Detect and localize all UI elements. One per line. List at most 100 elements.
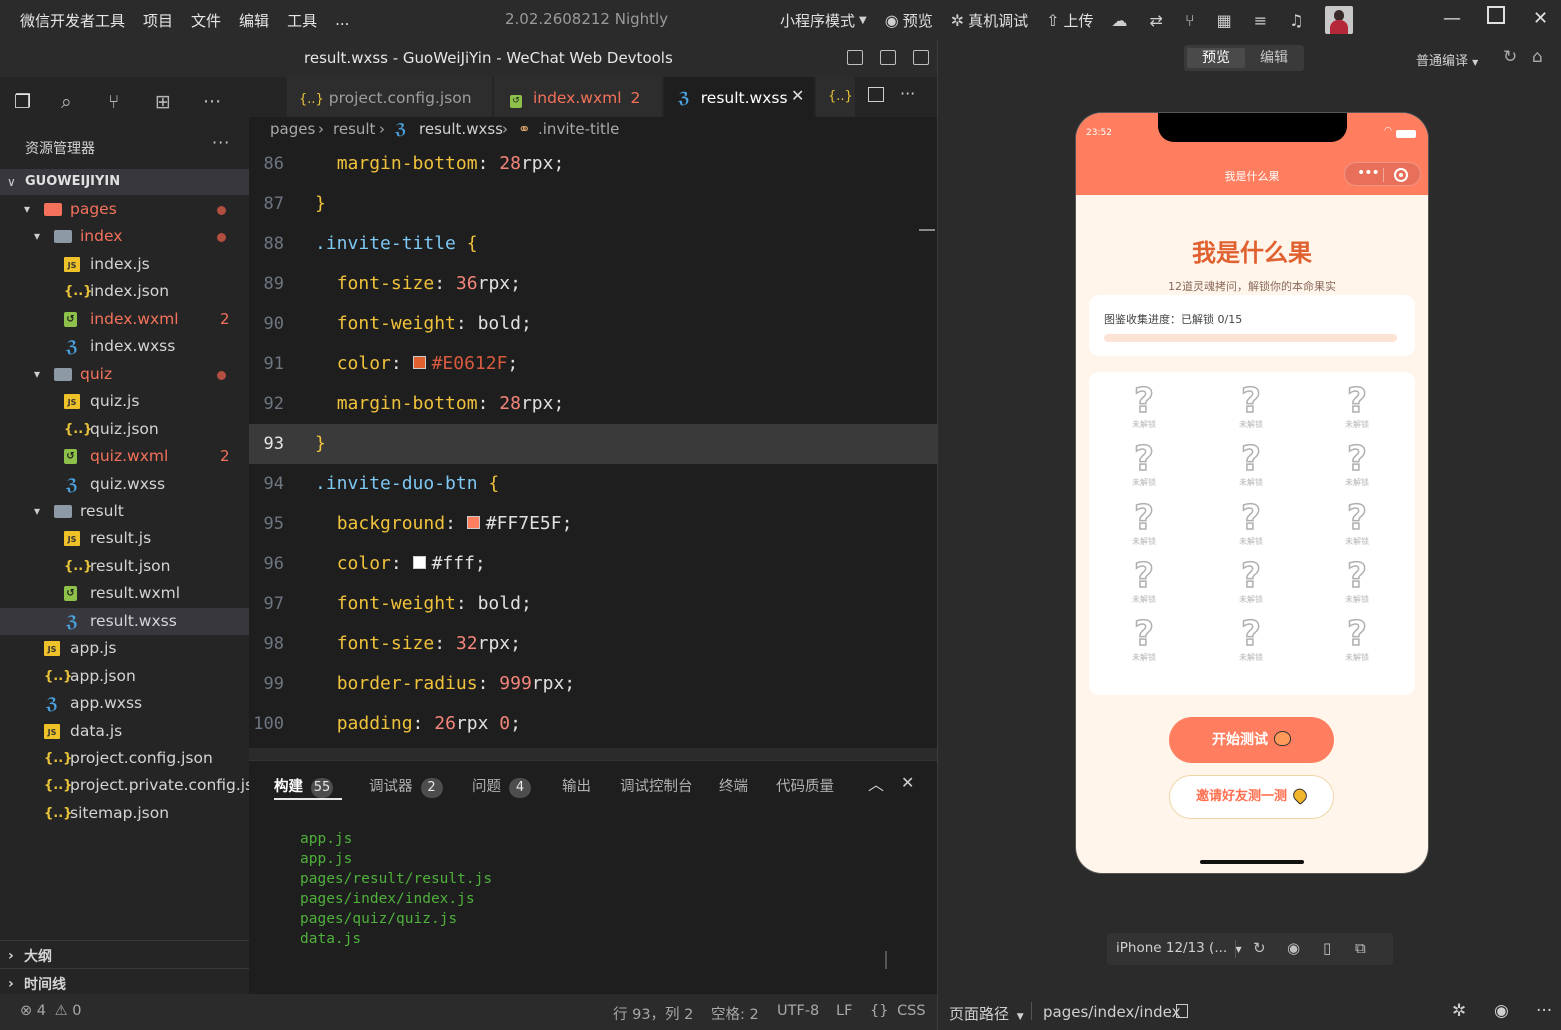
- tab-result-wxss[interactable]: ℨ result.wxss ✕: [664, 77, 815, 117]
- tree-item[interactable]: {..} index.json: [0, 278, 249, 306]
- avatar[interactable]: [1325, 6, 1354, 34]
- tree-item[interactable]: {..} result.json: [0, 553, 249, 581]
- copy-icon[interactable]: [1176, 1004, 1188, 1018]
- locked-fruit-cell[interactable]: ? 未解锁: [1221, 558, 1281, 605]
- problems-indicator[interactable]: ⊗ 4 ⚠ 0: [20, 1003, 81, 1019]
- tree-item[interactable]: ℨquiz.wxss: [0, 471, 249, 499]
- close-panel-icon[interactable]: ✕: [901, 773, 914, 792]
- start-test-button[interactable]: 开始测试: [1169, 717, 1334, 763]
- tree-item[interactable]: {..} project.config.json: [0, 745, 249, 773]
- locked-fruit-cell[interactable]: ? 未解锁: [1114, 500, 1174, 547]
- code-line[interactable]: 87}: [249, 184, 937, 224]
- split-editor-icon[interactable]: [868, 87, 884, 102]
- tree-item[interactable]: ▾ pages: [0, 196, 249, 224]
- tree-item[interactable]: JS index.js: [0, 251, 249, 279]
- toggle-simulator-icon[interactable]: [913, 50, 929, 65]
- more-icon[interactable]: ···: [1536, 1001, 1552, 1021]
- tree-item[interactable]: ▾ index: [0, 223, 249, 251]
- code-line[interactable]: 90 font-weight: bold;: [249, 304, 937, 344]
- language-mode[interactable]: {} CSS: [870, 1003, 926, 1019]
- tab-overflow[interactable]: {..}: [816, 77, 856, 117]
- breadcrumb-item[interactable]: .invite-title: [538, 120, 619, 138]
- rotate-icon[interactable]: ↻: [1253, 939, 1266, 957]
- cursor-position[interactable]: 行 93，列 2: [613, 1003, 693, 1024]
- locked-fruit-cell[interactable]: ? 未解锁: [1114, 383, 1174, 430]
- bell-icon[interactable]: ♫: [1289, 11, 1303, 30]
- tree-item[interactable]: {..} project.private.config.js...: [0, 772, 268, 800]
- outline-section[interactable]: › 大纲: [0, 940, 249, 968]
- real-device-debug-button[interactable]: ✲ 真机调试: [951, 10, 1028, 31]
- maximize-icon[interactable]: [1487, 6, 1505, 24]
- window-mode-icon[interactable]: ⧉: [1355, 939, 1366, 957]
- locked-fruit-cell[interactable]: ? 未解锁: [1114, 616, 1174, 663]
- panel-tab[interactable]: 终端: [719, 775, 748, 796]
- tree-item[interactable]: JS data.js: [0, 718, 249, 746]
- menu-file[interactable]: 文件: [191, 10, 221, 31]
- preview-button[interactable]: ◉ 预览: [885, 10, 933, 31]
- locked-fruit-cell[interactable]: ? 未解锁: [1114, 442, 1174, 488]
- locked-fruit-cell[interactable]: ? 未解锁: [1327, 616, 1387, 663]
- chevron-down-icon[interactable]: ▾: [34, 229, 40, 243]
- tab-project-config[interactable]: {..} project.config.json: [287, 77, 493, 117]
- locked-fruit-cell[interactable]: ? 未解锁: [1114, 558, 1174, 605]
- menu-tools[interactable]: 工具: [287, 10, 317, 31]
- menu-icon[interactable]: ≡: [1254, 11, 1267, 30]
- code-line[interactable]: 92 margin-bottom: 28rpx;: [249, 384, 937, 424]
- tab-edit[interactable]: 编辑: [1245, 48, 1303, 68]
- code-line[interactable]: 99 border-radius: 999rpx;: [249, 664, 937, 704]
- search-icon[interactable]: ⌕: [61, 91, 72, 113]
- locked-fruit-cell[interactable]: ? 未解锁: [1221, 383, 1281, 430]
- upload-button[interactable]: ⇧ 上传: [1046, 10, 1093, 31]
- code-line[interactable]: 91 color: #E0612F;: [249, 344, 937, 384]
- panel-tab[interactable]: 调试器 2: [369, 775, 443, 798]
- close-icon[interactable]: ✕: [1533, 8, 1548, 29]
- chevron-up-icon[interactable]: ︿: [868, 771, 884, 795]
- tree-item[interactable]: ▾ quiz: [0, 361, 249, 389]
- capsule-more-icon[interactable]: •••: [1357, 165, 1380, 181]
- clear-cache-icon[interactable]: ⌂: [1532, 47, 1543, 67]
- tree-item[interactable]: ↺ result.wxml: [0, 580, 249, 608]
- branch-icon[interactable]: ⑂: [1185, 11, 1195, 30]
- color-swatch[interactable]: [412, 355, 426, 369]
- chevron-down-icon[interactable]: ▾: [34, 504, 40, 518]
- toggle-sidebar-icon[interactable]: [847, 50, 863, 65]
- code-line[interactable]: 89 font-size: 36rpx;: [249, 264, 937, 304]
- device-select[interactable]: iPhone 12/13 (... ▼: [1116, 940, 1242, 956]
- switch-icon[interactable]: ⇄: [1150, 11, 1163, 30]
- line-ending[interactable]: LF: [836, 1003, 852, 1019]
- breadcrumb-item[interactable]: result.wxss: [419, 120, 503, 138]
- code-editor[interactable]: 86 margin-bottom: 28rpx; 87} 88 .invite-tit…: [249, 143, 937, 748]
- more-actions-icon[interactable]: ···: [900, 84, 915, 103]
- menu-project[interactable]: 项目: [143, 10, 173, 31]
- menu-edit[interactable]: 编辑: [239, 10, 269, 31]
- code-line[interactable]: 93}: [249, 424, 937, 464]
- source-control-icon[interactable]: ⑂: [108, 91, 119, 113]
- extensions-icon[interactable]: ⊞: [155, 91, 171, 113]
- tree-root[interactable]: ∨ GUOWEIJIYIN: [0, 169, 249, 195]
- record-icon[interactable]: ◉: [1287, 939, 1300, 957]
- tree-item[interactable]: {..} quiz.json: [0, 416, 249, 444]
- tree-item[interactable]: JS app.js: [0, 635, 249, 663]
- page-path-dropdown[interactable]: 页面路径 ▼: [949, 1003, 1024, 1024]
- code-line[interactable]: 96 color: #fff;: [249, 544, 937, 584]
- refresh-icon[interactable]: ↻: [1503, 47, 1517, 67]
- tree-item[interactable]: ▾ result: [0, 498, 249, 526]
- eye-icon[interactable]: ◉: [1494, 1001, 1509, 1021]
- locked-fruit-cell[interactable]: ? 未解锁: [1221, 500, 1281, 547]
- timeline-section[interactable]: › 时间线: [0, 968, 249, 996]
- code-line[interactable]: 88 .invite-title {: [249, 224, 937, 264]
- tree-item[interactable]: ℨindex.wxss: [0, 333, 249, 361]
- code-line[interactable]: 100 padding: 26rpx 0;: [249, 704, 937, 744]
- tab-preview[interactable]: 预览: [1187, 48, 1245, 68]
- files-icon[interactable]: ❐: [14, 91, 31, 113]
- compile-mode-dropdown[interactable]: 普通编译 ▼: [1416, 50, 1478, 69]
- code-line[interactable]: 86 margin-bottom: 28rpx;: [249, 144, 937, 184]
- tree-item[interactable]: ℨresult.wxss: [0, 607, 249, 636]
- color-swatch[interactable]: [412, 555, 426, 569]
- invite-friend-button[interactable]: 邀请好友测一测: [1169, 775, 1334, 819]
- chevron-down-icon[interactable]: ▾: [34, 367, 40, 381]
- tree-item[interactable]: ℨapp.wxss: [0, 690, 249, 718]
- locked-fruit-cell[interactable]: ? 未解锁: [1327, 383, 1387, 430]
- code-line[interactable]: 94 .invite-duo-btn {: [249, 464, 937, 504]
- mode-dropdown[interactable]: 小程序模式 ▼: [780, 10, 867, 31]
